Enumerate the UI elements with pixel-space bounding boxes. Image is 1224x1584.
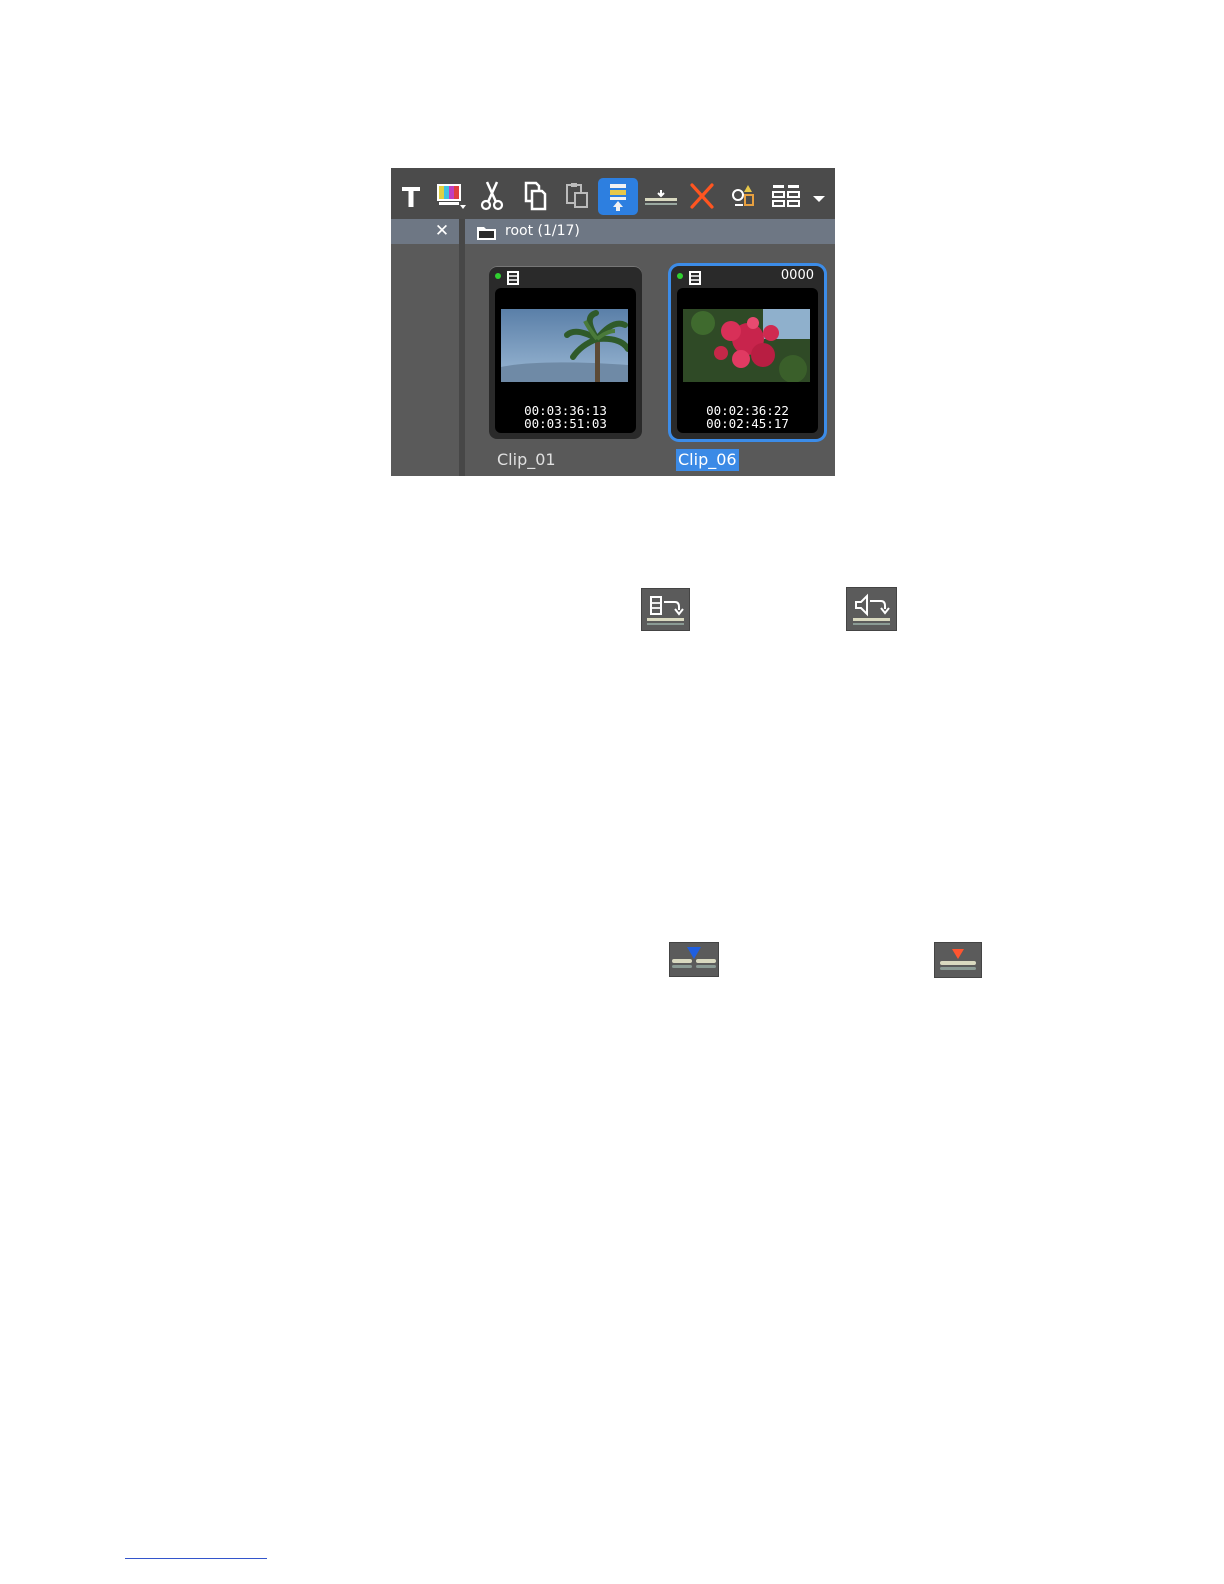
clip-name[interactable]: Clip_01 [495, 449, 558, 471]
cut-icon[interactable] [472, 177, 512, 215]
clip-name-selected[interactable]: Clip_06 [676, 449, 739, 471]
timecode-out: 00:03:51:03 [524, 416, 607, 431]
color-bars-icon[interactable] [431, 177, 471, 215]
footnote-rule [125, 1558, 267, 1559]
title-icon[interactable] [391, 177, 431, 215]
view-icon[interactable] [766, 177, 806, 215]
close-icon[interactable]: ✕ [431, 221, 453, 241]
clip-thumbnail [501, 309, 631, 382]
timecode-out: 00:02:45:17 [706, 416, 789, 431]
insert-to-timeline-icon[interactable] [598, 178, 638, 215]
clip-thumbnail [683, 309, 810, 383]
dropdown-icon[interactable] [807, 177, 831, 215]
overwrite-icon[interactable] [641, 177, 681, 215]
blue-marker-icon [669, 942, 719, 977]
clip-card-selected[interactable]: 0000 00:02:36:22 00:02:45:17 [671, 266, 824, 439]
filmstrip-icon [507, 270, 519, 289]
effects-icon[interactable] [724, 177, 764, 215]
clip-counter: 0000 [780, 268, 814, 283]
folder-path: root (1/17) [505, 223, 580, 239]
bin-window-screenshot: ✕ root (1/17) 00:03:36:13 00:03:51:03 Cl… [391, 168, 835, 476]
video-sync-icon [641, 588, 690, 631]
folder-tree-pane [391, 219, 459, 476]
folder-icon [476, 224, 498, 246]
copy-icon[interactable] [515, 177, 555, 215]
clip-card[interactable]: 00:03:36:13 00:03:51:03 [489, 266, 642, 439]
audio-sync-icon [846, 587, 897, 631]
online-status-dot [495, 273, 501, 279]
toolbar [391, 168, 835, 219]
paste-icon[interactable] [557, 177, 597, 215]
filmstrip-icon [689, 270, 701, 289]
online-status-dot [677, 273, 683, 279]
delete-icon[interactable] [682, 177, 722, 215]
red-marker-icon [934, 942, 982, 978]
